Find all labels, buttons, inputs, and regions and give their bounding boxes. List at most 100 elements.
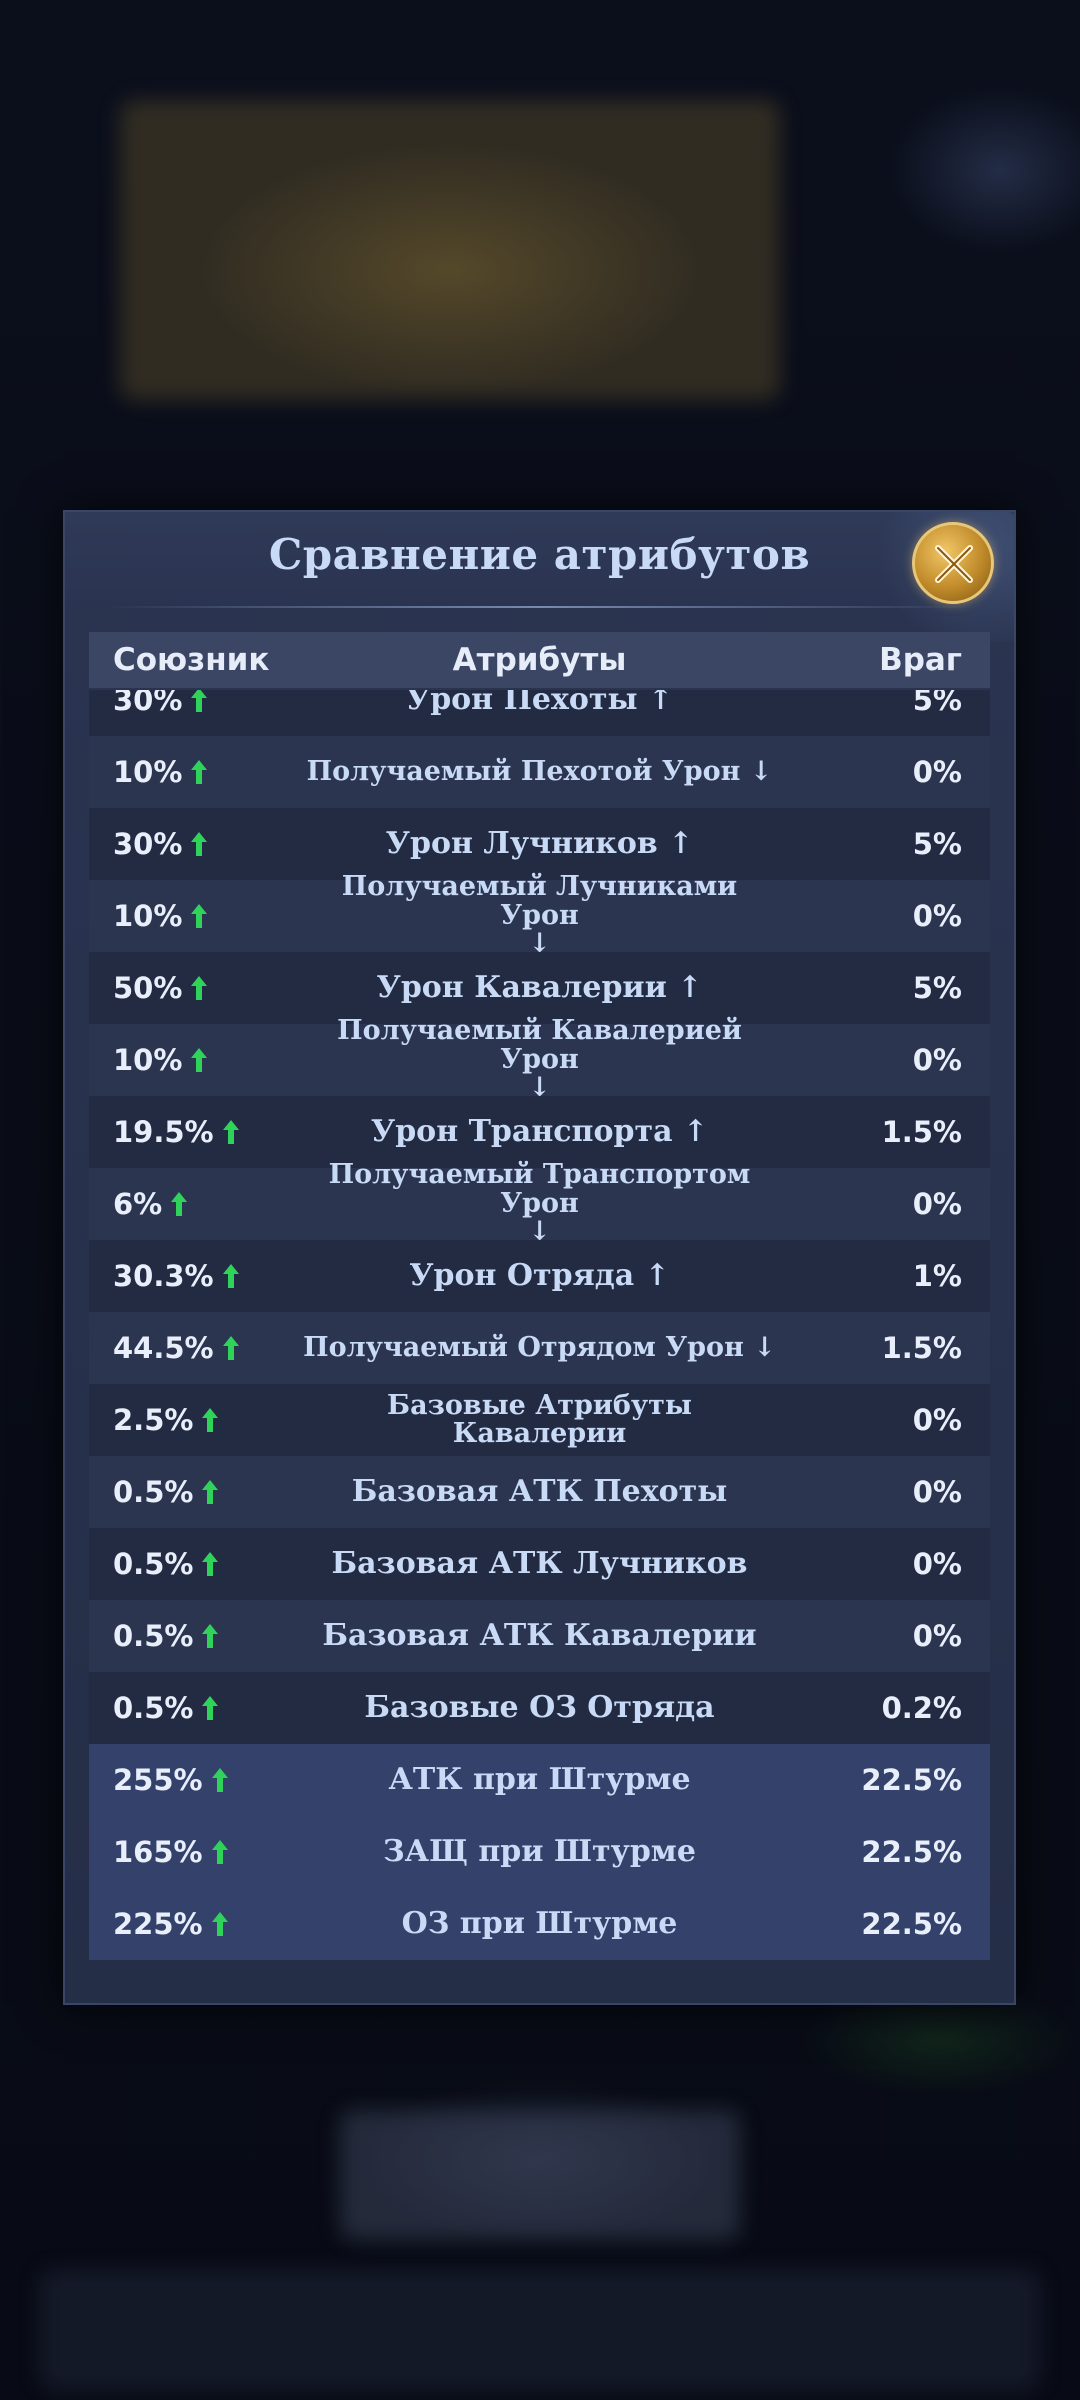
ally-value: 10% bbox=[113, 736, 208, 808]
ally-value: 2.5% bbox=[113, 1384, 219, 1456]
ally-value: 30% bbox=[113, 808, 208, 880]
close-button[interactable] bbox=[912, 522, 994, 604]
increase-arrow-icon bbox=[171, 1192, 188, 1216]
attribute-row: 0.5% Базовая АТК Лучников 0% bbox=[89, 1528, 990, 1600]
attribute-row: 0.5% Базовая АТК Кавалерии 0% bbox=[89, 1600, 990, 1672]
attribute-row: 6% Получаемый Транспортом Урон ↓ 0% bbox=[89, 1161, 990, 1246]
attribute-row: 30% Урон Лучников ↑ 5% bbox=[89, 808, 990, 880]
ally-value: 0.5% bbox=[113, 1528, 219, 1600]
blurred-bottom-button bbox=[340, 2110, 740, 2240]
attribute-row: 10% Получаемый Лучниками Урон ↓ 0% bbox=[89, 873, 990, 958]
increase-arrow-icon bbox=[191, 904, 208, 928]
attribute-name: Базовые Атрибуты Кавалерии bbox=[387, 1389, 692, 1449]
ally-value-text: 165% bbox=[113, 1835, 203, 1869]
ally-value: 10% bbox=[113, 1024, 208, 1096]
attribute-name-line1: Получаемый Лучниками Урон bbox=[341, 871, 738, 931]
increase-arrow-icon bbox=[191, 976, 208, 1000]
header-enemy: Враг bbox=[879, 642, 962, 678]
attribute-name: Базовые ОЗ Отряда bbox=[364, 1690, 715, 1726]
attribute-row: 10% Получаемый Пехотой Урон ↓ 0% bbox=[89, 736, 990, 808]
increase-arrow-icon bbox=[191, 760, 208, 784]
ally-value: 50% bbox=[113, 952, 208, 1024]
attribute-name: Урон Кавалерии ↑ bbox=[376, 970, 703, 1006]
attribute-row: 10% Получаемый Кавалерией Урон ↓ 0% bbox=[89, 1017, 990, 1102]
enemy-value: 1.5% bbox=[881, 1331, 962, 1365]
ally-value: 0.5% bbox=[113, 1456, 219, 1528]
increase-arrow-icon bbox=[202, 1552, 219, 1576]
attribute-row: 50% Урон Кавалерии ↑ 5% bbox=[89, 952, 990, 1024]
enemy-value: 0% bbox=[912, 899, 962, 933]
ally-value: 6% bbox=[113, 1168, 188, 1240]
ally-value: 19.5% bbox=[113, 1096, 240, 1168]
increase-arrow-icon bbox=[222, 1264, 239, 1288]
ally-value-text: 44.5% bbox=[113, 1331, 214, 1365]
ally-value: 225% bbox=[113, 1888, 229, 1960]
attribute-row: 225% ОЗ при Штурме 22.5% bbox=[89, 1888, 990, 1960]
dialog-title-bar: Сравнение атрибутов bbox=[65, 512, 1014, 642]
enemy-value: 22.5% bbox=[861, 1835, 962, 1869]
dialog-title: Сравнение атрибутов bbox=[268, 530, 811, 579]
attribute-name: Урон Транспорта ↑ bbox=[370, 1114, 709, 1150]
enemy-value: 0.2% bbox=[881, 1691, 962, 1725]
ally-value-text: 0.5% bbox=[113, 1619, 194, 1653]
ally-value-text: 50% bbox=[113, 971, 183, 1005]
attribute-name: Получаемый Отрядом Урон ↓ bbox=[303, 1331, 776, 1363]
ally-value: 165% bbox=[113, 1816, 229, 1888]
attribute-name: Получаемый Транспортом Урон ↓ bbox=[299, 1161, 780, 1246]
ally-value-text: 30% bbox=[113, 827, 183, 861]
header-attributes: Атрибуты bbox=[452, 642, 627, 678]
title-divider bbox=[105, 606, 974, 608]
ally-value: 255% bbox=[113, 1744, 229, 1816]
increase-arrow-icon bbox=[222, 1120, 239, 1144]
increase-arrow-icon bbox=[191, 690, 208, 712]
attribute-name: Урон Отряда ↑ bbox=[409, 1258, 670, 1294]
increase-arrow-icon bbox=[202, 1480, 219, 1504]
ally-value-text: 0.5% bbox=[113, 1691, 194, 1725]
attribute-list[interactable]: 30% Урон Пехоты ↑ 5% 10% Получаемый Пехотой … bbox=[89, 690, 990, 1990]
ally-value-text: 255% bbox=[113, 1763, 203, 1797]
attribute-name: Получаемый Кавалерией Урон ↓ bbox=[299, 1017, 780, 1102]
increase-arrow-icon bbox=[222, 1336, 239, 1360]
ally-value-text: 10% bbox=[113, 1043, 183, 1077]
ally-value: 30% bbox=[113, 690, 208, 736]
table-header: Союзник Атрибуты Враг bbox=[89, 632, 990, 688]
list-bottom-fade bbox=[89, 1959, 990, 1989]
attribute-row: 44.5% Получаемый Отрядом Урон ↓ 1.5% bbox=[89, 1312, 990, 1384]
enemy-value: 22.5% bbox=[861, 1907, 962, 1941]
ally-value: 44.5% bbox=[113, 1312, 240, 1384]
enemy-value: 0% bbox=[912, 1619, 962, 1653]
ally-value-text: 225% bbox=[113, 1907, 203, 1941]
attribute-row: 30% Урон Пехоты ↑ 5% bbox=[89, 690, 990, 736]
ally-value-text: 10% bbox=[113, 899, 183, 933]
enemy-value: 5% bbox=[912, 827, 962, 861]
ally-value-text: 6% bbox=[113, 1187, 163, 1221]
attribute-comparison-dialog: Сравнение атрибутов Союзник Атрибуты Вра… bbox=[63, 510, 1016, 2005]
attribute-name: Получаемый Пехотой Урон ↓ bbox=[306, 755, 773, 787]
attribute-name: Урон Лучников ↑ bbox=[385, 826, 694, 862]
attribute-name: АТК при Штурме bbox=[388, 1762, 691, 1798]
increase-arrow-icon bbox=[211, 1912, 228, 1936]
ally-value: 30.3% bbox=[113, 1240, 240, 1312]
ally-value-text: 0.5% bbox=[113, 1547, 194, 1581]
close-x-icon bbox=[935, 545, 973, 583]
ally-value-text: 30.3% bbox=[113, 1259, 214, 1293]
attribute-row: 0.5% Базовые ОЗ Отряда 0.2% bbox=[89, 1672, 990, 1744]
attribute-name-line1: Получаемый Кавалерией Урон bbox=[337, 1015, 742, 1075]
enemy-value: 0% bbox=[912, 755, 962, 789]
attribute-list-content: 30% Урон Пехоты ↑ 5% 10% Получаемый Пехотой … bbox=[89, 690, 990, 1960]
blurred-banner bbox=[120, 100, 780, 400]
attribute-row: 0.5% Базовая АТК Пехоты 0% bbox=[89, 1456, 990, 1528]
attribute-name: Базовая АТК Лучников bbox=[331, 1546, 748, 1582]
enemy-value: 0% bbox=[912, 1475, 962, 1509]
attribute-name: ЗАЩ при Штурме bbox=[383, 1834, 696, 1870]
attribute-row: 2.5% Базовые Атрибуты Кавалерии 0% bbox=[89, 1384, 990, 1456]
increase-arrow-icon bbox=[211, 1768, 228, 1792]
attribute-name: Базовая АТК Пехоты bbox=[351, 1474, 728, 1510]
enemy-value: 0% bbox=[912, 1547, 962, 1581]
ally-value-text: 0.5% bbox=[113, 1475, 194, 1509]
attribute-name: ОЗ при Штурме bbox=[401, 1906, 678, 1942]
blurred-bottom-bar bbox=[40, 2270, 1040, 2390]
increase-arrow-icon bbox=[202, 1696, 219, 1720]
attribute-name: Урон Пехоты ↑ bbox=[405, 690, 674, 718]
enemy-value: 1% bbox=[912, 1259, 962, 1293]
